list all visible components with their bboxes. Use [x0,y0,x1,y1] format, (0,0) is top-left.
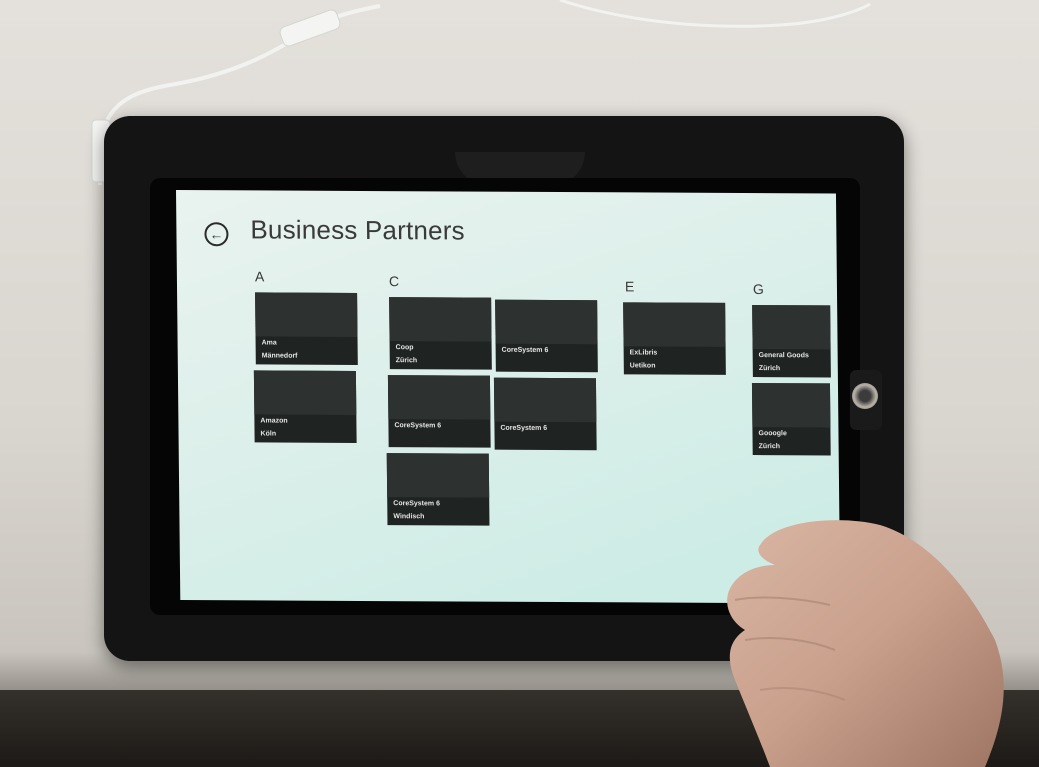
desk-edge [0,690,1039,767]
case-latch-ring [852,383,878,409]
partner-tile[interactable]: Gooogle Zürich [751,383,831,456]
tile-image-area [386,453,490,498]
tile-image-area [255,292,358,337]
partner-name: CoreSystem 6 [501,346,549,354]
group-header-a[interactable]: A [255,268,265,284]
group-header-e[interactable]: E [625,278,635,294]
partner-city: Uetikon [629,362,656,370]
tile-image-area [495,299,598,345]
partner-city: Windisch [393,513,425,521]
partner-tile[interactable]: General Goods Zürich [752,305,831,378]
partner-name: ExLibris [629,349,658,357]
partner-tile[interactable]: Ama Männedorf [255,292,358,365]
partner-city: Zürich [758,365,781,373]
partner-name: CoreSystem 6 [393,500,440,508]
partner-name: Amazon [260,417,288,425]
partner-city: Zürich [758,443,781,451]
partner-name: Ama [261,339,277,347]
partner-tile[interactable]: CoreSystem 6 [493,377,597,451]
partner-city: Männedorf [261,352,298,360]
group-header-g[interactable]: G [753,281,764,297]
tile-image-area [389,297,492,342]
partner-city: Köln [260,430,277,438]
partner-tile[interactable]: CoreSystem 6 [495,299,598,373]
page-title: Business Partners [250,214,465,246]
tile-image-area [493,377,597,423]
tile-image-area [387,375,491,420]
partner-name: General Goods [758,352,809,360]
partner-tile[interactable]: Amazon Köln [253,370,357,443]
group-header-c[interactable]: C [389,273,399,289]
partner-name: CoreSystem 6 [500,424,548,432]
partner-city: Zürich [395,357,418,365]
tablet-screen: ← Business Partners A Ama Männedorf Amaz… [176,190,841,604]
tile-image-area [623,302,726,347]
partner-tile[interactable]: CoreSystem 6 [387,375,491,448]
partner-tile[interactable]: CoreSystem 6 Windisch [386,453,490,526]
partner-name: Gooogle [758,430,787,438]
partner-tile[interactable]: Coop Zürich [389,297,492,370]
back-arrow-icon[interactable]: ← [204,222,229,247]
tile-image-area [751,383,831,428]
tile-image-area [752,305,831,350]
partner-name: Coop [395,344,414,352]
tile-image-area [253,370,357,415]
partner-tile[interactable]: ExLibris Uetikon [623,302,726,375]
partner-name: CoreSystem 6 [394,422,442,430]
